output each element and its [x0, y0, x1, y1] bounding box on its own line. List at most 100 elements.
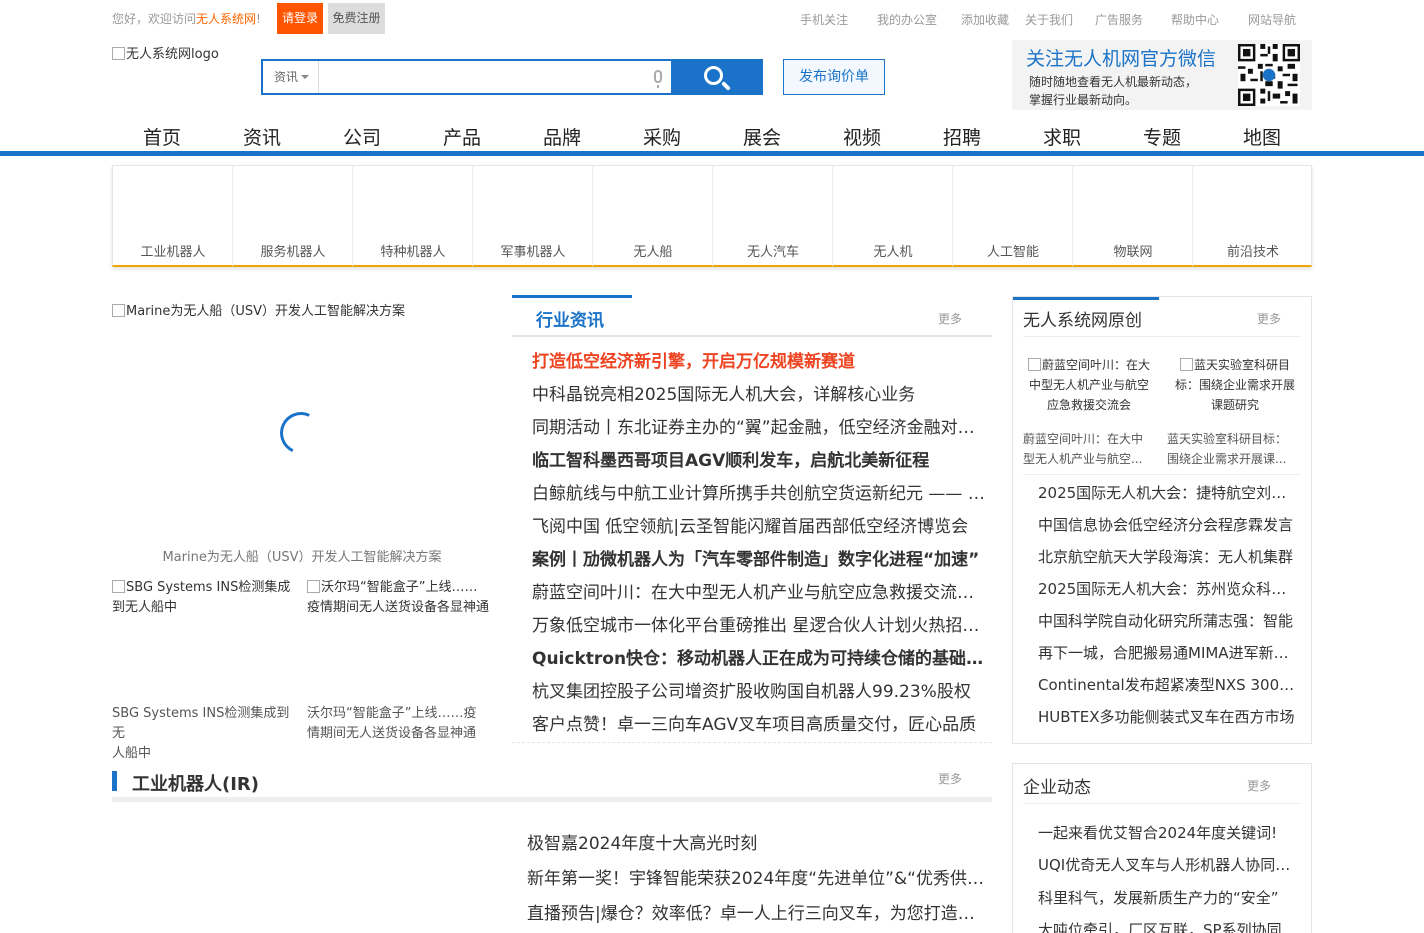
search-box: 资讯 [261, 59, 763, 95]
corp-item[interactable]: UQI优奇无人叉车与人形机器人协同作业 [1038, 854, 1300, 875]
category-frontier-tech[interactable]: 前沿技术 [1193, 166, 1313, 266]
nav-purchase[interactable]: 采购 [612, 123, 712, 150]
corp-item[interactable]: 科里科气，发展新质生产力的“安全” [1038, 887, 1300, 908]
thumb-alt-text: SBG Systems INS检测集成 [112, 578, 302, 598]
toplink-sitemap[interactable]: 网站导航 [1248, 11, 1296, 28]
toplink-mobile[interactable]: 手机关注 [800, 11, 848, 28]
more-link[interactable]: 更多 [1257, 310, 1281, 327]
more-link[interactable]: 更多 [938, 310, 962, 327]
news-item[interactable]: 万象低空城市一体化平台重磅推出 星逻合伙人计划火热招募中 [532, 611, 990, 636]
original-caption-1[interactable]: 蔚蓝空间叶川：在大中 型无人机产业与航空... [1023, 429, 1159, 469]
register-button[interactable]: 免费注册 [328, 3, 385, 34]
news-item[interactable]: 临工智科墨西哥项目AGV顺利发车，启航北美新征程 [532, 446, 990, 471]
site-name-link[interactable]: 无人系统网 [196, 12, 256, 26]
original-item[interactable]: 2025国际无人机大会：捷特航空刘总访谈 [1038, 482, 1300, 503]
welcome-prefix: 您好，欢迎访问 [112, 12, 197, 26]
slideshow-alt-text: Marine为无人船（USV）开发人工智能解决方案 [126, 304, 406, 319]
original-item[interactable]: Continental发布超紧凑型NXS 300传感器 [1038, 674, 1300, 695]
thumb-caption-line: 沃尔玛“智能盒子”上线……疫 [307, 706, 477, 721]
category-special-robot[interactable]: 特种机器人 [353, 166, 473, 266]
original-item[interactable]: 2025国际无人机大会：苏州览众科技专访 [1038, 578, 1300, 599]
category-label: 无人机 [873, 245, 913, 260]
category-label: 工业机器人 [140, 245, 206, 260]
nav-topic[interactable]: 专题 [1112, 123, 1212, 150]
wechat-promo: 关注无人机网官方微信 随时随地查看无人机最新动态， 掌握行业最新动向。 [1012, 40, 1312, 110]
main-nav: 首页 资讯 公司 产品 品牌 采购 展会 视频 招聘 求职 专题 地图 [0, 116, 1424, 156]
nav-expo[interactable]: 展会 [712, 123, 812, 150]
nav-map[interactable]: 地图 [1212, 123, 1312, 150]
original-image-2[interactable]: 蓝天实验室科研目 标：围绕企业需求开展 课题研究 [1165, 355, 1305, 415]
thumb-image-1[interactable]: SBG Systems INS检测集成 到无人船中 [112, 578, 302, 618]
thumb-caption-line: 情期间无人送货设备各显神通 [307, 726, 477, 741]
login-button[interactable]: 请登录 [277, 3, 323, 34]
news-item[interactable]: 中科晶锐亮相2025国际无人机大会，详解核心业务 [532, 380, 990, 405]
nav-video[interactable]: 视频 [812, 123, 912, 150]
news-item[interactable]: 同期活动丨东北证券主办的“翼”起金融，低空经济金融对接会 [532, 413, 990, 438]
thumb-image-2[interactable]: 沃尔玛“智能盒子”上线…… 疫情期间无人送货设备各显神通 [307, 578, 497, 618]
original-item[interactable]: 北京航空航天大学段海滨：无人机集群 [1038, 546, 1300, 567]
category-strip: 工业机器人 服务机器人 特种机器人 军事机器人 无人船 无人汽车 无人机 人工智… [112, 165, 1312, 267]
search-input[interactable] [320, 61, 670, 93]
nav-product[interactable]: 产品 [412, 123, 512, 150]
more-link[interactable]: 更多 [1247, 777, 1271, 794]
category-drone[interactable]: 无人机 [833, 166, 953, 266]
section-title: 行业资讯 [536, 311, 604, 331]
toplink-help[interactable]: 帮助中心 [1171, 11, 1219, 28]
post-inquiry-button[interactable]: 发布询价单 [783, 59, 885, 95]
site-logo[interactable]: 无人系统网logo [112, 43, 219, 62]
section-title: 企业动态 [1023, 778, 1091, 798]
section-title: 无人系统网原创 [1023, 311, 1142, 331]
category-military-robot[interactable]: 军事机器人 [473, 166, 593, 266]
slideshow-caption[interactable]: Marine为无人船（USV）开发人工智能解决方案 [112, 546, 492, 565]
ir-item[interactable]: 直播预告|爆仓？效率低？卓一人上行三向叉车，为您打造智能仓储 [527, 899, 987, 924]
news-item[interactable]: 打造低空经济新引擎，开启万亿规模新赛道 [532, 347, 990, 372]
thumb-caption-1[interactable]: SBG Systems INS检测集成到无 人船中 [112, 704, 302, 764]
news-item[interactable]: 白鲸航线与中航工业计算所携手共创航空货运新纪元 —— 签约仪式 [532, 479, 990, 504]
original-item[interactable]: 再下一城，合肥搬易通MIMA进军新领域 [1038, 642, 1300, 663]
ir-item[interactable]: 新年第一奖！宇锋智能荣获2024年度“先进单位”&“优秀供应商” [527, 864, 987, 889]
category-service-robot[interactable]: 服务机器人 [233, 166, 353, 266]
news-item[interactable]: 飞阅中国 低空领航|云圣智能闪耀首届西部低空经济博览会 [532, 512, 990, 537]
nav-jobs[interactable]: 招聘 [912, 123, 1012, 150]
broken-image-icon [112, 580, 125, 593]
original-image-1[interactable]: 蔚蓝空间叶川：在大 中型无人机产业与航空 应急救援交流会 [1021, 355, 1157, 415]
news-item[interactable]: Quicktron快仓：移动机器人正在成为可持续仓储的基础设施 [532, 644, 990, 669]
nav-company[interactable]: 公司 [312, 123, 412, 150]
corp-item[interactable]: 大吨位牵引，厂区互联，SP系列协同 [1038, 919, 1300, 933]
toplink-office[interactable]: 我的办公室 [877, 11, 937, 28]
toplink-ads[interactable]: 广告服务 [1095, 11, 1143, 28]
thumb-caption-2[interactable]: 沃尔玛“智能盒子”上线……疫 情期间无人送货设备各显神通 [307, 704, 497, 744]
category-unmanned-ship[interactable]: 无人船 [593, 166, 713, 266]
nav-resume[interactable]: 求职 [1012, 123, 1112, 150]
more-link[interactable]: 更多 [938, 770, 962, 787]
toplink-about[interactable]: 关于我们 [1025, 11, 1073, 28]
category-label: 特种机器人 [380, 245, 446, 260]
corp-item[interactable]: 一起来看优艾智合2024年度关键词! [1038, 822, 1300, 843]
microphone-icon[interactable] [654, 70, 662, 88]
category-label: 人工智能 [986, 245, 1039, 260]
slideshow-image[interactable]: Marine为无人船（USV）开发人工智能解决方案 [112, 300, 405, 319]
toplink-favorite[interactable]: 添加收藏 [961, 11, 1009, 28]
category-industrial-robot[interactable]: 工业机器人 [113, 166, 233, 266]
original-item[interactable]: 中国信息协会低空经济分会程彦霖发言 [1038, 514, 1300, 535]
search-button[interactable] [671, 59, 763, 95]
category-unmanned-car[interactable]: 无人汽车 [713, 166, 833, 266]
category-iot[interactable]: 物联网 [1073, 166, 1193, 266]
ir-item[interactable]: 极智嘉2024年度十大高光时刻 [527, 829, 987, 854]
divider [1023, 474, 1301, 475]
category-ai[interactable]: 人工智能 [953, 166, 1073, 266]
broken-image-icon [1027, 358, 1041, 371]
news-item[interactable]: 客户点赞！卓一三向车AGV叉车项目高质量交付，匠心品质 [532, 710, 990, 735]
nav-home[interactable]: 首页 [112, 123, 212, 150]
search-type-select[interactable]: 资讯 [263, 61, 319, 93]
news-item[interactable]: 杭叉集团控股子公司增资扩股收购国自机器人99.23%股权 [532, 677, 990, 702]
news-item[interactable]: 蔚蓝空间叶川：在大中型无人机产业与航空应急救援交流会上的发言 [532, 578, 990, 603]
original-item[interactable]: HUBTEX多功能侧装式叉车在西方市场 [1038, 706, 1300, 727]
search-icon [704, 66, 723, 85]
original-caption-2[interactable]: 蓝天实验室科研目标： 围绕企业需求开展课... [1167, 429, 1303, 469]
original-item[interactable]: 中国科学院自动化研究所蒲志强：智能 [1038, 610, 1300, 631]
nav-brand[interactable]: 品牌 [512, 123, 612, 150]
nav-news[interactable]: 资讯 [212, 123, 312, 150]
news-item[interactable]: 案例丨劢微机器人为「汽车零部件制造」数字化进程“加速” [532, 545, 990, 570]
section-accent-bar [1013, 297, 1159, 300]
